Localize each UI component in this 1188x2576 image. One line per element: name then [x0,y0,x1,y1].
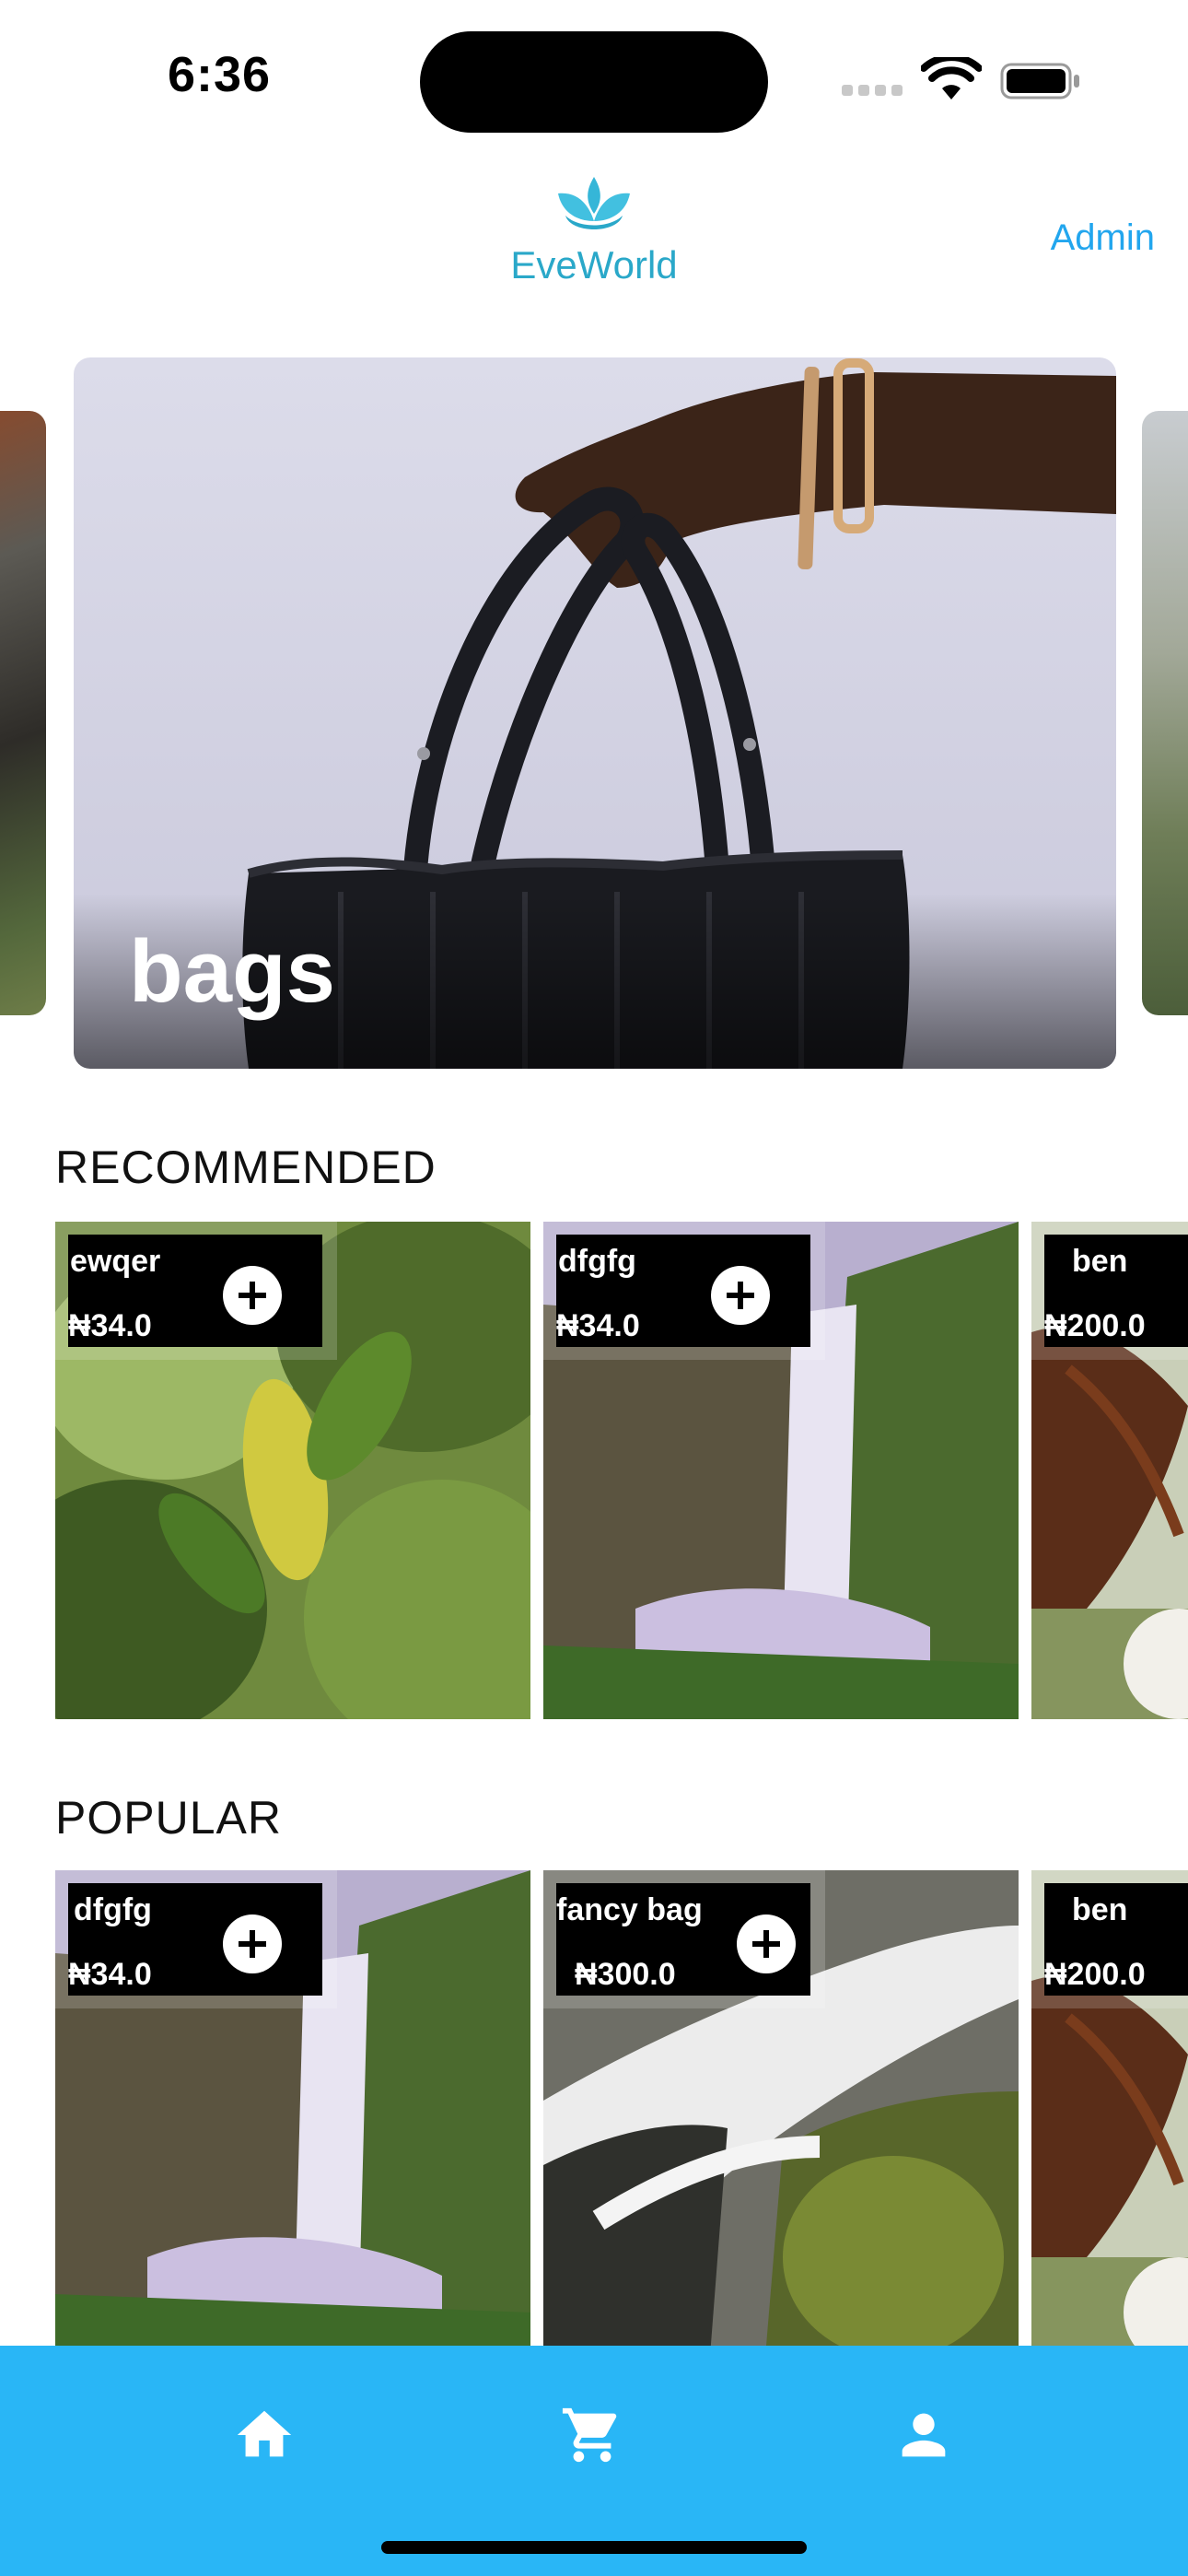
product-name: dfgfg [74,1892,152,1927]
home-indicator [381,2541,807,2554]
home-icon[interactable] [232,2403,297,2467]
status-time: 6:36 [168,47,272,102]
product-card[interactable]: ben ₦200.0 [1031,1222,1188,1719]
add-to-cart-button[interactable] [223,1914,282,1973]
section-title-popular: POPULAR [55,1792,282,1844]
product-card[interactable]: ben ₦200.0 [1031,1870,1188,2346]
product-price: ₦200.0 [1044,1308,1146,1343]
battery-icon [1000,63,1079,100]
product-price: ₦34.0 [68,1957,152,1992]
product-card[interactable]: fancy bag ₦300.0 [543,1870,1019,2346]
add-to-cart-button[interactable] [711,1266,770,1325]
section-title-recommended: RECOMMENDED [55,1142,437,1193]
cellular-signal-icon [842,85,904,98]
product-name: fancy bag [556,1892,703,1927]
status-bar: 6:36 [0,0,1188,147]
product-name: ben [1072,1892,1128,1927]
product-price: ₦300.0 [575,1957,676,1992]
product-price: ₦200.0 [1044,1957,1146,1992]
admin-link[interactable]: Admin [1051,217,1155,259]
product-info: ewqer ₦34.0 [68,1235,322,1347]
product-name: ewqer [70,1244,161,1279]
popular-row[interactable]: dfgfg ₦34.0 fancy bag ₦300.0 ben ₦200.0 [0,1870,1188,2346]
product-info: ben ₦200.0 [1044,1235,1188,1347]
product-name: dfgfg [558,1244,636,1279]
carousel-card-current[interactable]: bags [74,357,1116,1069]
carousel-prev-card[interactable] [0,411,46,1015]
product-price: ₦34.0 [556,1308,640,1343]
category-title: bags [129,922,336,1021]
product-card[interactable]: dfgfg ₦34.0 [55,1870,530,2346]
dynamic-island [420,31,768,133]
wifi-icon [921,57,982,100]
person-icon[interactable] [891,2403,956,2467]
add-to-cart-button[interactable] [223,1266,282,1325]
brand-name: EveWorld [510,243,678,287]
product-info: ben ₦200.0 [1044,1883,1188,1996]
product-price: ₦34.0 [68,1308,152,1343]
lotus-logo-icon [558,177,630,229]
recommended-row[interactable]: ewqer ₦34.0 dfgfg ₦34.0 ben ₦200.0 [0,1222,1188,1719]
product-info: fancy bag ₦300.0 [556,1883,810,1996]
product-card[interactable]: ewqer ₦34.0 [55,1222,530,1719]
category-carousel[interactable]: bags [0,357,1188,1071]
product-info: dfgfg ₦34.0 [68,1883,322,1996]
add-to-cart-button[interactable] [737,1914,796,1973]
cart-icon[interactable] [560,2403,624,2467]
brand-logo: EveWorld [479,173,709,302]
product-info: dfgfg ₦34.0 [556,1235,810,1347]
carousel-next-card[interactable] [1142,411,1188,1015]
product-card[interactable]: dfgfg ₦34.0 [543,1222,1019,1719]
product-name: ben [1072,1244,1128,1279]
